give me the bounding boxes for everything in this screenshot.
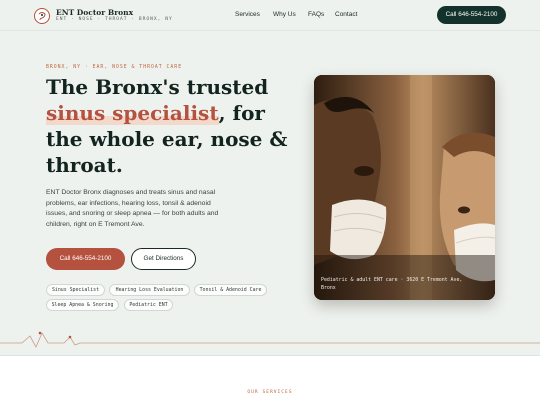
- hero-description-line: ENT Doctor Bronx diagnoses and treats si…: [46, 189, 216, 196]
- header-call-button[interactable]: Call 646-554-2100: [437, 6, 506, 24]
- services-section: [0, 355, 540, 405]
- logo-icon[interactable]: [34, 8, 50, 24]
- get-directions-button[interactable]: Get Directions: [131, 248, 196, 270]
- hero-title-line-2: sinus specialist, for: [46, 100, 296, 126]
- brand-tagline: ENT · NOSE · THROAT · BRONX, NY: [56, 17, 173, 22]
- tag-tonsil-adenoid: Tonsil & Adenoid Care: [194, 284, 267, 296]
- hero-title: The Bronx's trusted sinus specialist, fo…: [46, 74, 296, 178]
- hero-eyebrow: BRONX, NY · EAR, NOSE & THROAT CARE: [46, 65, 183, 70]
- tag-sinus-specialist: Sinus Specialist: [46, 284, 105, 296]
- hero-description-line: problems, ear infections, hearing loss, …: [46, 199, 211, 207]
- heartbeat-line-icon: [0, 331, 540, 348]
- nav-faqs[interactable]: FAQs: [308, 11, 324, 18]
- hero-description: ENT Doctor Bronx diagnoses and treats si…: [46, 188, 251, 231]
- hero-title-accent-suffix: , for: [218, 101, 265, 125]
- hero-photo-illustration: [314, 75, 495, 300]
- hero-call-button[interactable]: Call 646-554-2100: [46, 248, 125, 270]
- nav-services[interactable]: Services: [235, 11, 260, 18]
- tag-sleep-apnea: Sleep Apnea & Snoring: [46, 299, 119, 311]
- photo-caption-line: Pediatric & adult ENT care · 3620 E Trem…: [321, 277, 463, 283]
- hero-title-line-3: the whole ear, nose &: [46, 127, 288, 151]
- hero-description-line: children, right on E Tremont Ave.: [46, 221, 145, 229]
- brand-name[interactable]: ENT Doctor Bronx: [56, 8, 133, 17]
- nav-contact[interactable]: Contact: [335, 11, 357, 18]
- tag-pediatric-ent: Pediatric ENT: [124, 299, 173, 311]
- tag-hearing-loss: Hearing Loss Evaluation: [109, 284, 190, 296]
- hero-photo-caption: Pediatric & adult ENT care · 3620 E Trem…: [321, 276, 489, 292]
- nav-why-us[interactable]: Why Us: [273, 11, 296, 18]
- site-header: ENT Doctor Bronx ENT · NOSE · THROAT · B…: [0, 0, 540, 31]
- hero-title-accent: sinus specialist: [46, 101, 219, 125]
- hero-title-line-4: throat.: [46, 153, 123, 177]
- hero-description-line: issues, and snoring or sleep apnea — for…: [46, 210, 219, 218]
- hero-title-line-1: The Bronx's trusted: [46, 75, 269, 99]
- services-eyebrow: OUR SERVICES: [247, 390, 293, 395]
- photo-caption-line: Bronx: [321, 285, 336, 291]
- hero-photo: Pediatric & adult ENT care · 3620 E Trem…: [314, 75, 495, 300]
